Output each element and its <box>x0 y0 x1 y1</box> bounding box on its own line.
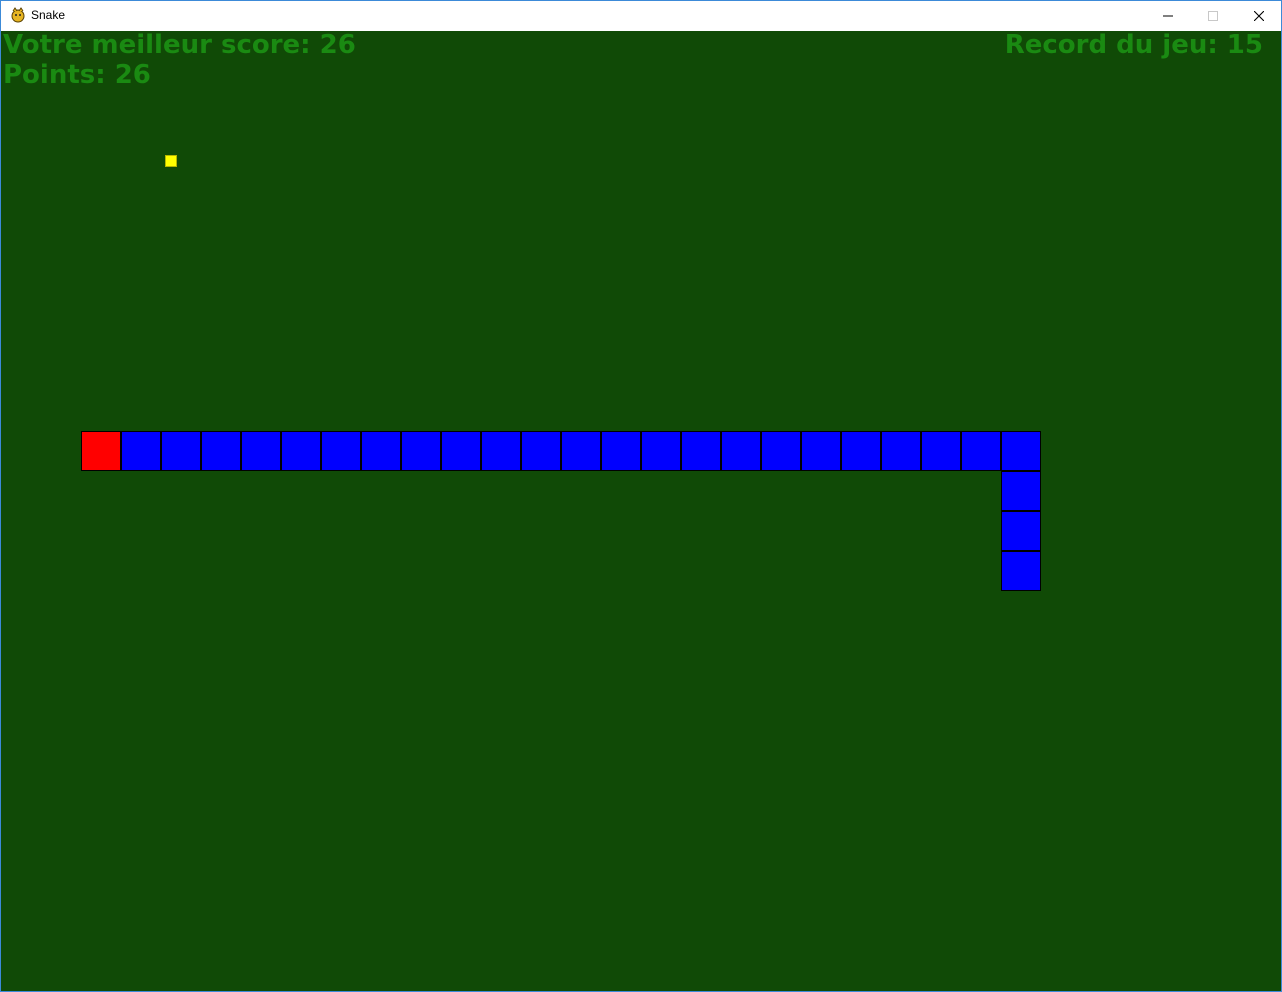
maximize-icon <box>1208 11 1218 21</box>
maximize-button[interactable] <box>1190 1 1236 31</box>
window-title: Snake <box>31 8 66 22</box>
snake-body-segment <box>361 431 401 471</box>
snake-body-segment <box>761 431 801 471</box>
title-bar[interactable]: Snake <box>1 1 1281 31</box>
snake-body-segment <box>641 431 681 471</box>
snake-body-segment <box>601 431 641 471</box>
snake-body-segment <box>281 431 321 471</box>
snake-body-segment <box>921 431 961 471</box>
close-button[interactable] <box>1236 1 1282 31</box>
snake-head <box>81 431 121 471</box>
snake-body-segment <box>121 431 161 471</box>
snake-body-segment <box>441 431 481 471</box>
snake-body-segment <box>1001 511 1041 551</box>
minimize-button[interactable] <box>1145 1 1191 31</box>
snake-body-segment <box>241 431 281 471</box>
food-pellet <box>166 156 176 166</box>
snake-body-segment <box>1001 551 1041 591</box>
minimize-icon <box>1163 15 1173 17</box>
close-icon <box>1254 11 1264 21</box>
snake-body-segment <box>841 431 881 471</box>
pygame-snake-icon <box>10 7 26 23</box>
snake-body-segment <box>801 431 841 471</box>
snake-body-segment <box>321 431 361 471</box>
snake-body-segment <box>681 431 721 471</box>
snake-body-segment <box>161 431 201 471</box>
snake-body-segment <box>481 431 521 471</box>
snake-body-segment <box>721 431 761 471</box>
snake-body-segment <box>881 431 921 471</box>
game-window: Snake Votre meilleur score: 26 Points: 2… <box>0 0 1282 992</box>
snake-body-segment <box>1001 431 1041 471</box>
game-record-label: Record du jeu: 15 <box>1004 31 1263 60</box>
snake-body-segment <box>201 431 241 471</box>
snake-body-segment <box>561 431 601 471</box>
snake-body-segment <box>401 431 441 471</box>
points-label: Points: 26 <box>3 60 151 90</box>
game-canvas[interactable]: Votre meilleur score: 26 Points: 26 Reco… <box>1 31 1281 991</box>
best-score-label: Votre meilleur score: 26 <box>3 31 356 60</box>
snake-body-segment <box>1001 471 1041 511</box>
snake-body-segment <box>961 431 1001 471</box>
snake-body-segment <box>521 431 561 471</box>
